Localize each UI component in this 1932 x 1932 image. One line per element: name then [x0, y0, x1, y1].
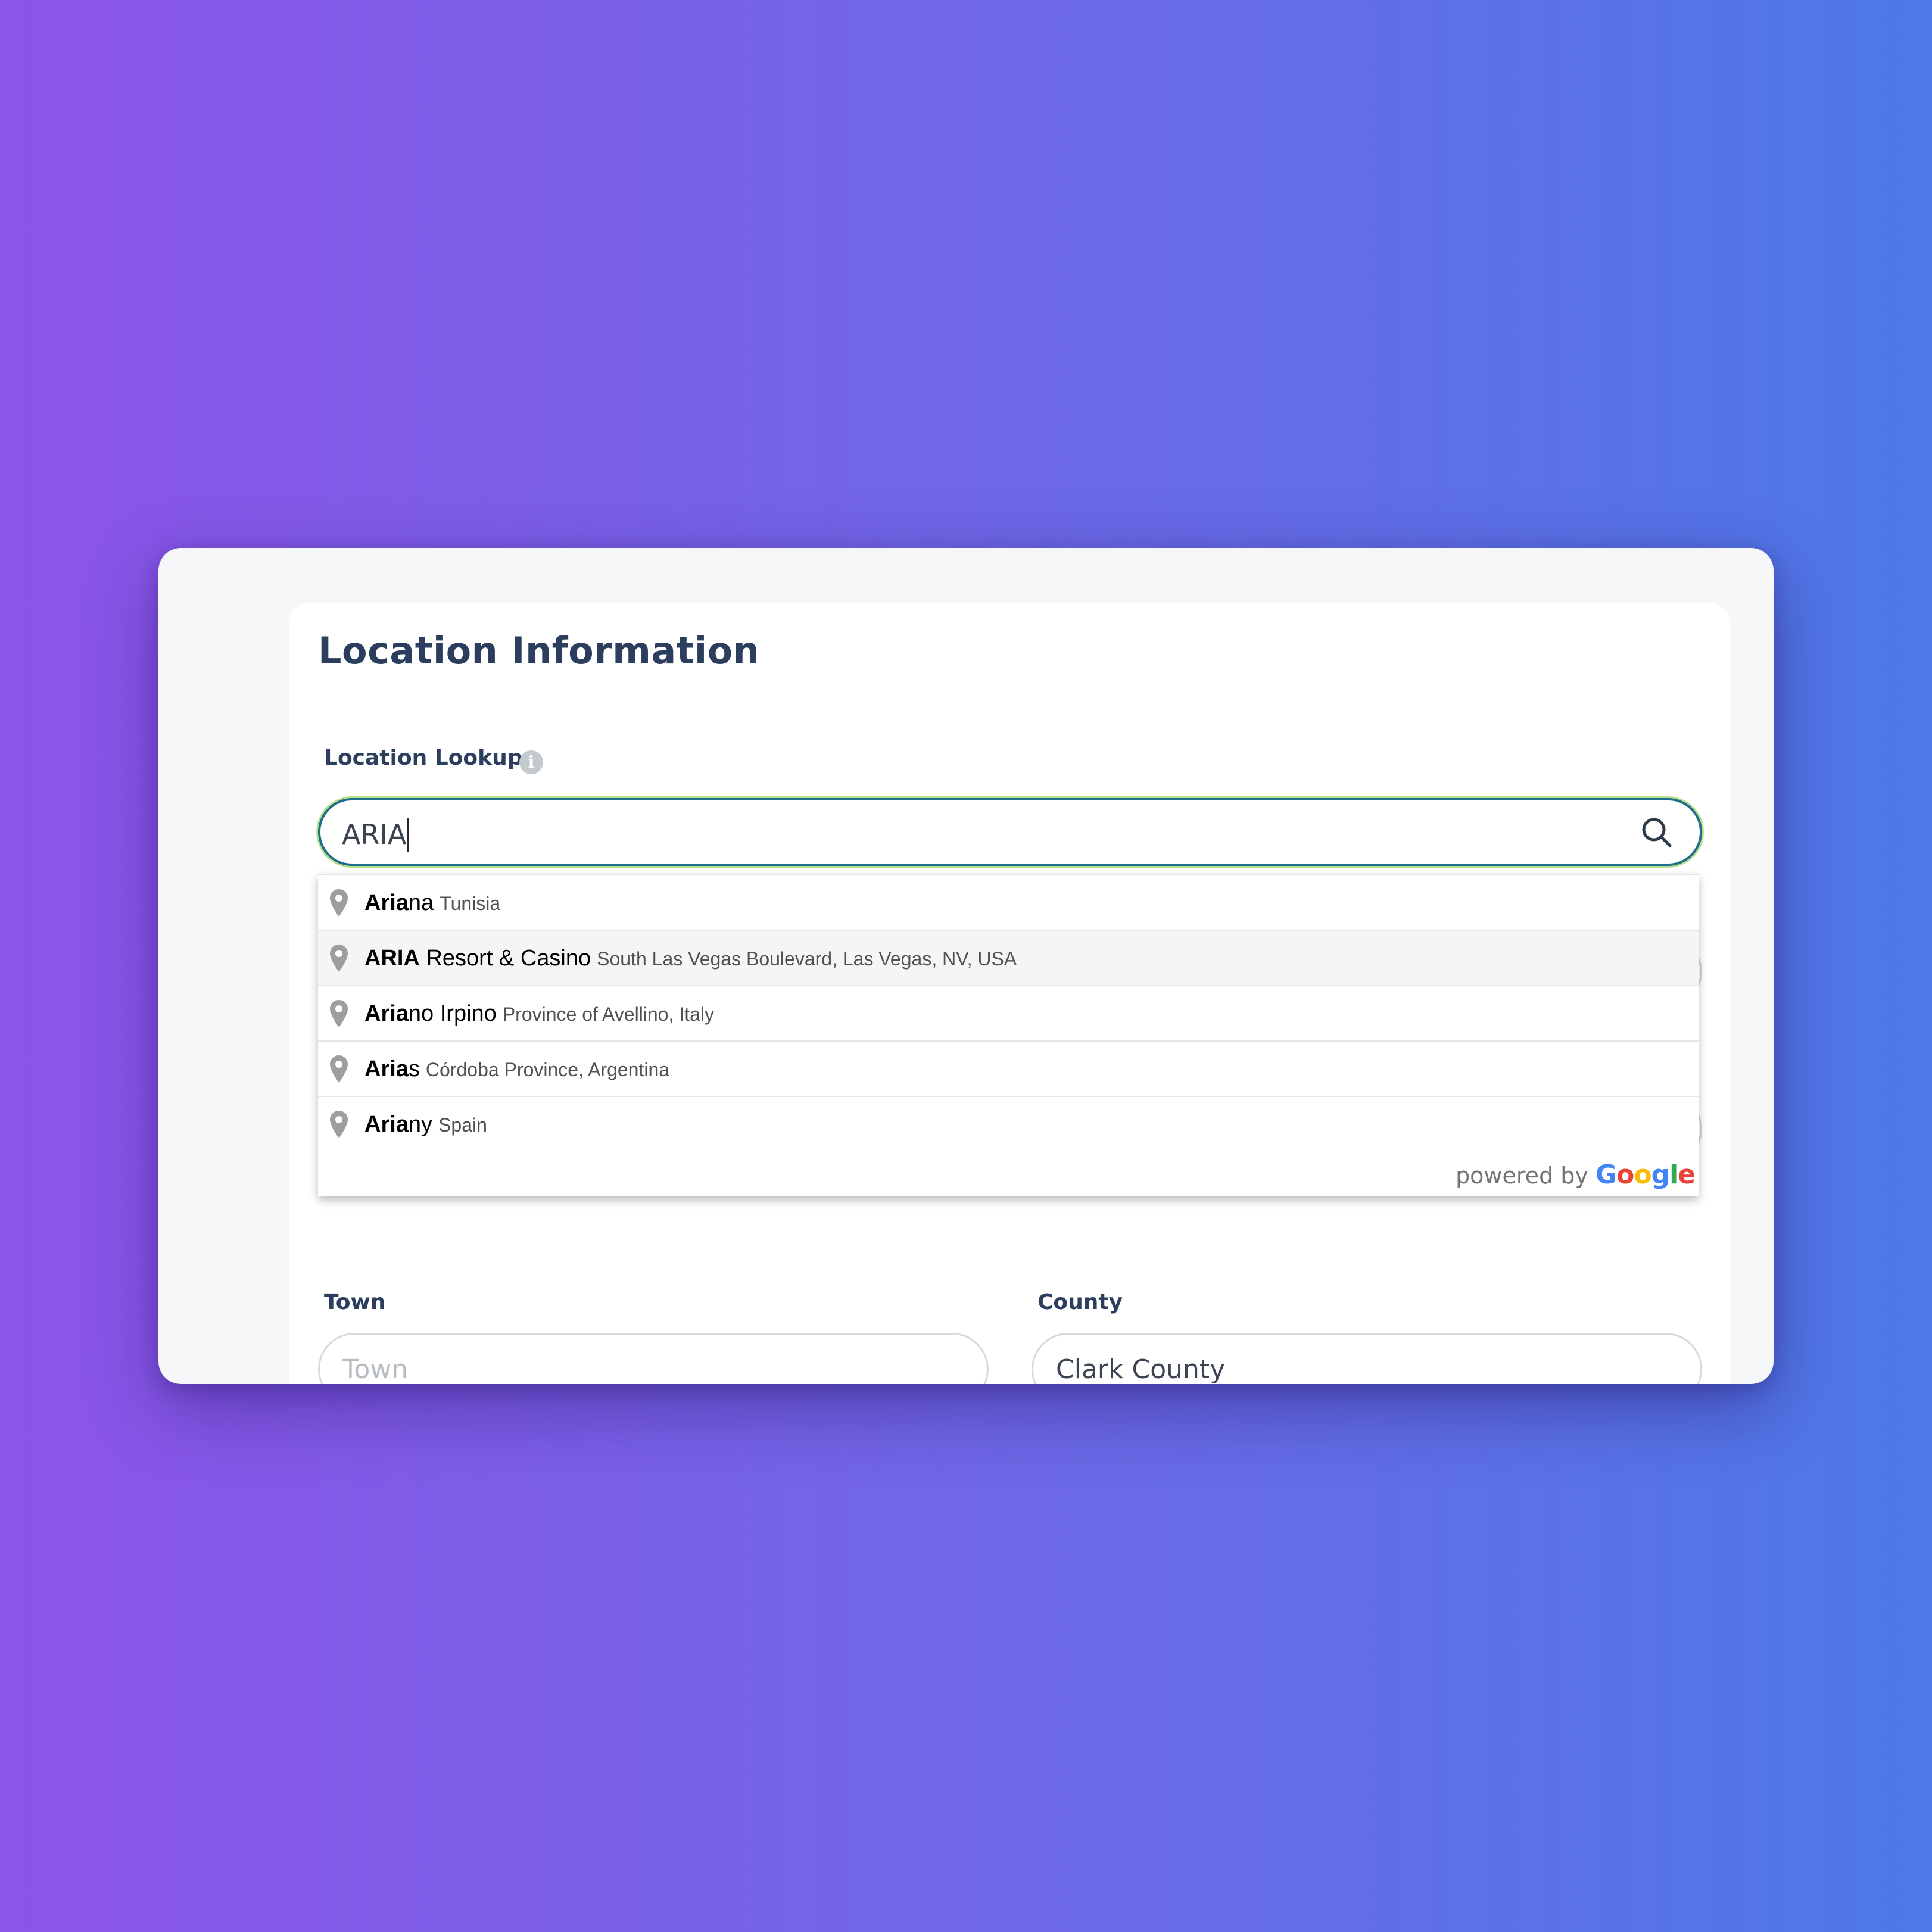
powered-by-text: powered by [1456, 1163, 1588, 1189]
google-logo-letter: o [1616, 1160, 1634, 1190]
suggestion-text: Ariano Irpino Province of Avellino, Italy [364, 986, 714, 1046]
suggestion-list: Ariana Tunisia ARIA Resort & Casino South L… [318, 875, 1699, 1152]
suggestion-item[interactable]: Ariana Tunisia [318, 875, 1699, 931]
google-logo-letter: e [1678, 1160, 1696, 1190]
map-pin-icon-svg [330, 1111, 348, 1138]
map-pin-icon-svg [330, 1000, 348, 1027]
suggestion-match: Aria [364, 1001, 409, 1026]
map-pin-icon [329, 1109, 349, 1139]
powered-by-google: powered by Google [1456, 1160, 1696, 1190]
google-logo-letter: l [1669, 1160, 1678, 1190]
google-logo-letter: G [1595, 1160, 1617, 1190]
town-input[interactable] [318, 1333, 989, 1384]
suggestion-primary-rest: na [408, 890, 434, 915]
suggestion-match: Aria [364, 1057, 409, 1082]
suggestion-secondary: Tunisia [440, 893, 501, 914]
location-card: Location Information Location Lookup i A… [289, 603, 1730, 1384]
suggestion-match: Aria [364, 890, 409, 915]
google-logo-letter: o [1634, 1160, 1651, 1190]
suggestion-item[interactable]: Ariany Spain [318, 1097, 1699, 1152]
suggestion-secondary: Córdoba Province, Argentina [425, 1059, 670, 1080]
town-label: Town [324, 1290, 386, 1314]
suggestion-primary-rest: Resort & Casino [419, 946, 591, 971]
suggestion-secondary: Province of Avellino, Italy [502, 1004, 714, 1025]
map-pin-icon-svg [330, 889, 348, 917]
map-pin-icon-svg [330, 1055, 348, 1083]
text-caret [407, 818, 410, 852]
location-lookup-text: ARIA [342, 818, 407, 850]
info-icon[interactable]: i [519, 750, 543, 774]
suggestion-match: ARIA [364, 946, 420, 971]
suggestion-match: Aria [364, 1112, 409, 1137]
location-lookup-input[interactable]: ARIA [318, 798, 1702, 866]
county-input[interactable] [1032, 1333, 1702, 1384]
page-title: Location Information [318, 629, 760, 672]
google-logo: Google [1595, 1160, 1696, 1190]
suggestion-text: Ariany Spain [364, 1097, 487, 1157]
google-logo-letter: g [1651, 1160, 1670, 1190]
map-pin-icon [329, 1054, 349, 1083]
suggestion-primary-rest: ny [408, 1112, 433, 1137]
map-pin-icon [329, 887, 349, 917]
suggestion-secondary: South Las Vegas Boulevard, Las Vegas, NV… [597, 948, 1017, 970]
suggestion-primary-rest: no Irpino [408, 1001, 497, 1026]
app-window: Location Information Location Lookup i A… [158, 548, 1774, 1384]
suggestion-text: Arias Córdoba Province, Argentina [364, 1042, 669, 1101]
suggestion-text: Ariana Tunisia [364, 875, 500, 935]
map-pin-icon-svg [330, 945, 348, 972]
search-icon[interactable] [1638, 814, 1676, 852]
location-lookup-value[interactable]: ARIA [342, 818, 410, 852]
location-lookup-label: Location Lookup [324, 746, 523, 770]
suggestion-item[interactable]: Ariano Irpino Province of Avellino, Italy [318, 986, 1699, 1042]
suggestion-item[interactable]: ARIA Resort & Casino South Las Vegas Boul… [318, 931, 1699, 986]
map-pin-icon [329, 998, 349, 1028]
autocomplete-dropdown: Ariana Tunisia ARIA Resort & Casino South L… [318, 874, 1699, 1196]
suggestion-text: ARIA Resort & Casino South Las Vegas Boul… [364, 931, 1017, 990]
suggestion-primary-rest: s [408, 1057, 420, 1082]
county-label: County [1037, 1290, 1123, 1314]
google-attribution: powered by Google [318, 1152, 1699, 1196]
suggestion-item[interactable]: Arias Córdoba Province, Argentina [318, 1042, 1699, 1097]
suggestion-secondary: Spain [438, 1114, 487, 1136]
map-pin-icon [329, 943, 349, 973]
